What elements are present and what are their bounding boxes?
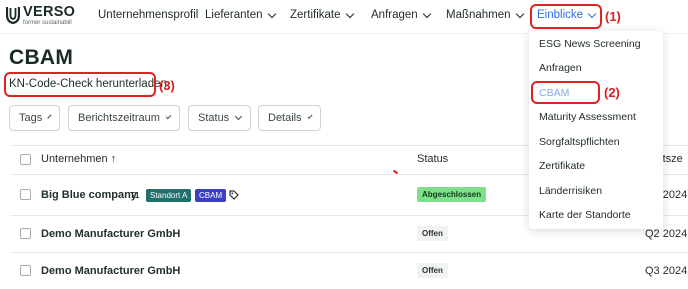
annotation-marker-2: (2) — [604, 85, 620, 100]
nav-zertifikate[interactable]: Zertifikate — [290, 9, 354, 21]
tag-cbam: CBAM — [195, 189, 227, 202]
annotation-marker-3: (3) — [159, 78, 175, 93]
menu-item-sorgfaltspflichten[interactable]: Sorgfaltspflichten — [539, 136, 620, 148]
status-badge: Abgeschlossen — [417, 187, 487, 202]
table-divider — [10, 252, 688, 253]
period-value: Q3 2024 — [645, 265, 688, 277]
verso-logo-icon — [6, 7, 20, 24]
period-value: Q2 2024 — [645, 228, 688, 240]
nav-lieferanten[interactable]: Lieferanten — [205, 9, 276, 21]
filter-label: Tags — [19, 112, 43, 124]
nav-unternehmensprofil[interactable]: Unternehmensprofil — [98, 9, 198, 21]
column-header-company[interactable]: Unternehmen ↑ — [41, 153, 116, 165]
menu-item-karte-der-standorte[interactable]: Karte der Standorte — [539, 209, 631, 221]
menu-item-esg-news-screening[interactable]: ESG News Screening — [539, 38, 641, 50]
menu-item-zertifikate[interactable]: Zertifikate — [539, 160, 585, 172]
chevron-down-icon — [235, 113, 243, 120]
annotation-box-download — [4, 72, 156, 97]
chevron-down-icon — [345, 9, 354, 18]
tag-t1: T1 — [130, 191, 140, 200]
annotation-marker-1: (1) — [605, 9, 621, 24]
nav-massnahmen[interactable]: Maßnahmen — [446, 9, 524, 21]
chevron-down-icon — [165, 113, 172, 120]
row-checkbox[interactable] — [20, 189, 31, 200]
menu-item-anfragen[interactable]: Anfragen — [539, 62, 582, 74]
nav-label: Anfragen — [371, 9, 418, 21]
nav-label: Maßnahmen — [446, 9, 511, 21]
row-checkbox[interactable] — [20, 228, 31, 239]
tag-icon[interactable] — [229, 190, 239, 200]
menu-item-laenderrisiken[interactable]: Länderrisiken — [539, 185, 602, 197]
filter-tags[interactable]: Tags — [9, 105, 60, 131]
filter-label: Berichtszeitraum — [78, 112, 160, 124]
filter-label: Details — [268, 112, 302, 124]
chevron-down-icon — [267, 9, 276, 18]
annotation-box-cbam — [531, 81, 600, 104]
nav-label: Lieferanten — [205, 9, 263, 21]
row-checkbox[interactable] — [20, 265, 31, 276]
chevron-down-icon — [307, 113, 313, 120]
verso-logo[interactable]: VERSO former sustainabill — [6, 4, 76, 30]
nav-label: Zertifikate — [290, 9, 341, 21]
annotation-box-einblicke — [530, 4, 602, 29]
filter-details[interactable]: Details — [258, 105, 321, 131]
brand-subtitle: former sustainabill — [23, 20, 72, 26]
nav-label: Unternehmensprofil — [98, 9, 199, 21]
chevron-down-icon — [47, 114, 52, 119]
chevron-down-icon — [515, 9, 524, 18]
select-all-checkbox[interactable] — [20, 154, 31, 165]
chevron-down-icon — [422, 9, 431, 18]
company-name[interactable]: Demo Manufacturer GmbH — [41, 228, 180, 240]
einblicke-dropdown-menu: ESG News Screening Anfragen CBAM Maturit… — [529, 31, 663, 229]
tag-standort: Standort A — [146, 189, 192, 202]
brand-name: VERSO — [23, 4, 76, 20]
filter-label: Status — [198, 112, 230, 124]
filter-berichtszeitraum[interactable]: Berichtszeitraum — [68, 105, 180, 131]
menu-item-maturity-assessment[interactable]: Maturity Assessment — [539, 111, 636, 123]
nav-anfragen[interactable]: Anfragen — [371, 9, 431, 21]
column-header-status[interactable]: Status — [417, 153, 448, 165]
page-title: CBAM — [9, 46, 74, 69]
status-badge: Offen — [417, 263, 448, 278]
filter-status[interactable]: Status — [188, 105, 251, 131]
company-name[interactable]: Big Blue company — [41, 189, 137, 201]
status-badge: Offen — [417, 226, 448, 241]
company-name[interactable]: Demo Manufacturer GmbH — [41, 265, 180, 277]
